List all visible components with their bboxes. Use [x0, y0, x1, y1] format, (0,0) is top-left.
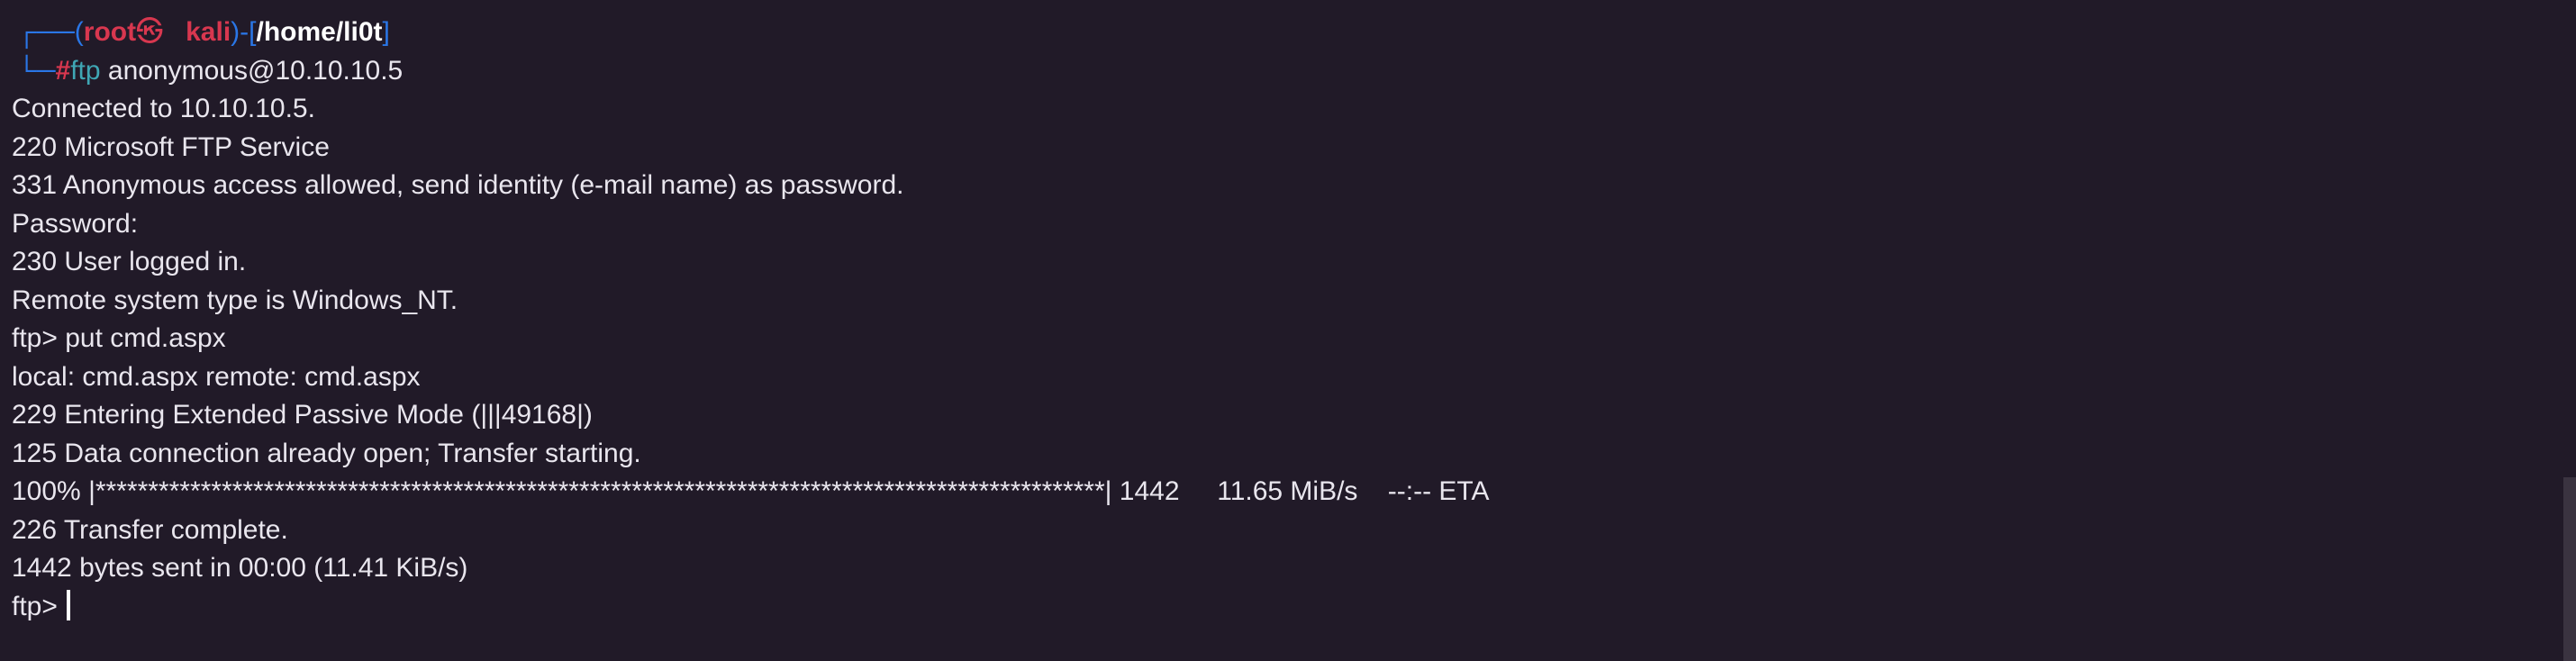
prompt-at-icon: ㉿: [136, 17, 164, 47]
prompt-close-bracket: ]: [382, 17, 390, 47]
ftp-prompt: ftp>: [12, 591, 58, 621]
progress-percent: 100%: [12, 476, 81, 506]
output-line: 226 Transfer complete.: [12, 514, 288, 545]
progress-rate: 11.65 MiB/s: [1217, 476, 1358, 506]
output-line: ftp> put cmd.aspx: [12, 323, 226, 353]
command-name: ftp: [70, 55, 101, 86]
prompt-hash: #: [55, 55, 71, 86]
output-line: Password:: [12, 208, 139, 239]
output-line: 220 Microsoft FTP Service: [12, 131, 330, 162]
prompt-corner-top: ┌──: [17, 17, 75, 47]
prompt-cwd: /home/li0t: [256, 17, 383, 47]
output-line: 331 Anonymous access allowed, send ident…: [12, 170, 904, 200]
output-line: local: cmd.aspx remote: cmd.aspx: [12, 361, 421, 392]
prompt-host: kali: [186, 17, 231, 47]
transfer-progress-line: 100% |**********************************…: [12, 473, 2576, 512]
prompt-user: root: [83, 17, 137, 47]
progress-eta: --:-- ETA: [1387, 476, 1490, 506]
command-args: anonymous@10.10.10.5: [100, 55, 404, 86]
output-line: Remote system type is Windows_NT.: [12, 285, 458, 315]
output-line: 229 Entering Extended Passive Mode (|||4…: [12, 400, 593, 430]
scrollbar[interactable]: [2563, 477, 2576, 661]
output-line: 1442 bytes sent in 00:00 (11.41 KiB/s): [12, 553, 468, 583]
output-line: 125 Data connection already open; Transf…: [12, 438, 641, 468]
shell-prompt-line: ┌──(root㉿ kali)-[/home/li0t]: [12, 14, 2576, 52]
progress-bar: |***************************************…: [88, 476, 1112, 506]
progress-bytes: 1442: [1119, 476, 1180, 506]
prompt-separator: )-[: [231, 17, 257, 47]
prompt-open-paren: (: [74, 17, 84, 47]
output-line: Connected to 10.10.10.5.: [12, 94, 315, 123]
shell-command-line: └─#ftp anonymous@10.10.10.5: [12, 52, 2576, 91]
prompt-corner-bottom: └─: [17, 55, 56, 86]
text-cursor: [67, 589, 71, 620]
ftp-input-line[interactable]: ftp>: [12, 588, 2576, 627]
output-line: 230 User logged in.: [12, 247, 247, 276]
terminal-window[interactable]: ┌──(root㉿ kali)-[/home/li0t] └─#ftp anon…: [0, 0, 2576, 661]
